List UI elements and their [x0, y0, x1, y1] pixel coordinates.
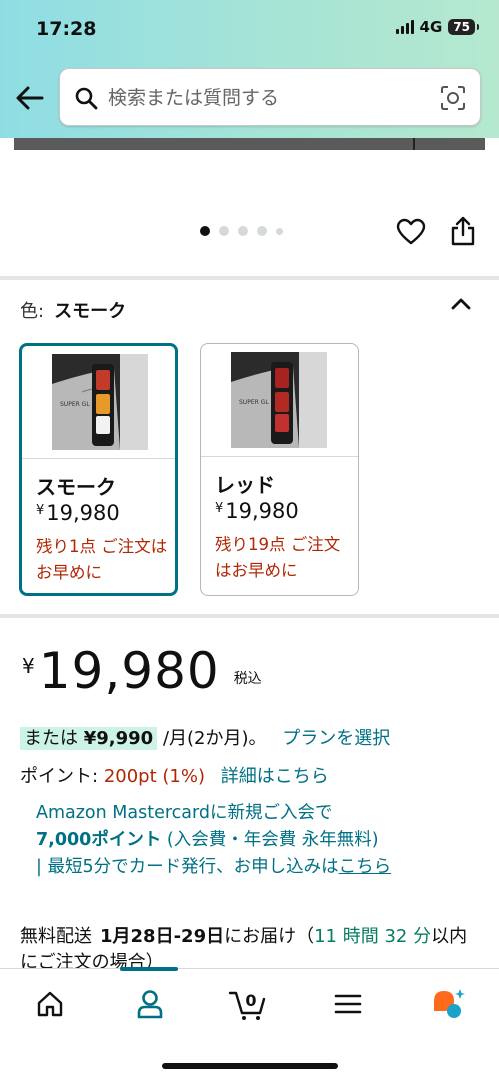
promo-line: | 最短5分でカード発行、お申し込みは: [36, 857, 339, 877]
back-arrow-icon: [16, 86, 44, 110]
gallery-dot[interactable]: [257, 226, 267, 236]
swatch-smoke-image: SUPER GL: [52, 354, 148, 450]
swatch-stock: 残り19点 ご注文はお早めに: [215, 535, 341, 580]
swatch-price: ¥19,980: [36, 501, 120, 525]
status-icons: 4G 75: [395, 18, 479, 36]
search-bar[interactable]: [59, 68, 481, 126]
svg-text:SUPER GL: SUPER GL: [239, 399, 269, 406]
network-label: 4G: [419, 18, 443, 36]
price-amount: 19,980: [38, 642, 220, 700]
variation-header: 色: スモーク: [20, 297, 126, 323]
share-button[interactable]: [450, 216, 476, 246]
swatch-name: スモーク: [36, 475, 116, 499]
mastercard-promo[interactable]: Amazon Mastercardに新規ご入会で 7,000ポイント (入会費・…: [36, 800, 466, 881]
product-image-bottom[interactable]: [14, 138, 485, 150]
select-plan-link[interactable]: プランを選択: [282, 728, 390, 749]
collapse-button[interactable]: [450, 296, 472, 312]
swatch-separator: [201, 456, 358, 457]
cart-count: 0: [245, 991, 256, 1010]
section-divider: [0, 276, 499, 280]
signal-icon: [395, 20, 414, 34]
variation-selected: スモーク: [54, 301, 127, 322]
nav-rufus[interactable]: [428, 987, 468, 1021]
search-input[interactable]: [108, 83, 428, 113]
heart-icon: [396, 218, 426, 245]
variation-label: 色:: [20, 301, 45, 322]
installment-highlight: または ¥9,990: [20, 727, 158, 750]
swatch-price: ¥19,980: [215, 499, 299, 523]
back-button[interactable]: [14, 84, 46, 112]
product-price: ¥ 19,980 税込: [22, 642, 262, 700]
gallery-dots: [200, 226, 283, 236]
section-divider: [0, 614, 499, 618]
promo-points: 7,000ポイント: [36, 830, 162, 850]
delivery-countdown: 11 時間 32 分: [314, 926, 432, 947]
installment-suffix: /月(2か月)。: [162, 728, 267, 749]
nav-account[interactable]: [130, 987, 170, 1021]
gallery-dot[interactable]: [276, 227, 283, 235]
swatch-red[interactable]: SUPER GL レッド ¥19,980 残り19点 ご注文はお早めに: [200, 343, 359, 596]
status-time: 17:28: [36, 18, 97, 40]
wishlist-button[interactable]: [396, 218, 426, 246]
points-details-link[interactable]: 詳細はこちら: [221, 766, 329, 787]
search-icon: [75, 87, 98, 110]
share-icon: [451, 216, 475, 246]
gallery-dot[interactable]: [200, 226, 210, 236]
promo-line: Amazon Mastercardに新規ご入会で: [36, 803, 333, 823]
swatch-name: レッド: [215, 473, 275, 497]
bottom-nav: 0: [0, 967, 499, 1080]
delivery-label: 無料配送: [20, 926, 92, 947]
cart-icon: 0: [228, 991, 266, 1020]
promo-apply-link[interactable]: こちら: [339, 857, 392, 877]
swatch-separator: [22, 458, 175, 459]
home-indicator: [162, 1063, 338, 1069]
rufus-icon: [434, 989, 465, 1018]
points-row: ポイント: 200pt (1%) 詳細はこちら: [20, 762, 329, 788]
installment-row: または ¥9,990 /月(2か月)。 プランを選択: [20, 724, 390, 750]
delivery-date: 1月28日-29日: [100, 926, 225, 947]
swatch-smoke[interactable]: SUPER GL スモーク ¥19,980 残り1点 ご注文はお早めに: [19, 343, 178, 596]
points-value: 200pt: [103, 766, 157, 787]
gallery-dot[interactable]: [238, 226, 248, 236]
svg-text:SUPER GL: SUPER GL: [60, 401, 90, 408]
app-header: 17:28 4G 75: [0, 0, 499, 138]
chevron-up-icon: [451, 298, 471, 310]
battery-icon: 75: [448, 19, 479, 35]
nav-home[interactable]: [30, 987, 70, 1021]
tax-label: 税込: [233, 671, 262, 687]
delivery-text: にお届け（: [224, 926, 315, 947]
menu-icon: [334, 994, 362, 1014]
nav-menu[interactable]: [328, 987, 368, 1021]
nav-cart[interactable]: 0: [228, 987, 268, 1021]
home-icon: [37, 991, 63, 1017]
account-icon: [137, 990, 163, 1019]
nav-active-indicator: [120, 967, 178, 971]
swatch-stock: 残り1点 ご注文はお早めに: [36, 537, 168, 582]
promo-line: (入会費・年会費 永年無料): [161, 830, 379, 850]
points-label: ポイント:: [20, 766, 99, 787]
swatch-red-image: SUPER GL: [231, 352, 327, 448]
gallery-dot[interactable]: [219, 226, 229, 236]
points-percent: (1%): [162, 766, 205, 787]
price-currency: ¥: [22, 654, 35, 678]
camera-scan-icon[interactable]: [440, 85, 466, 111]
